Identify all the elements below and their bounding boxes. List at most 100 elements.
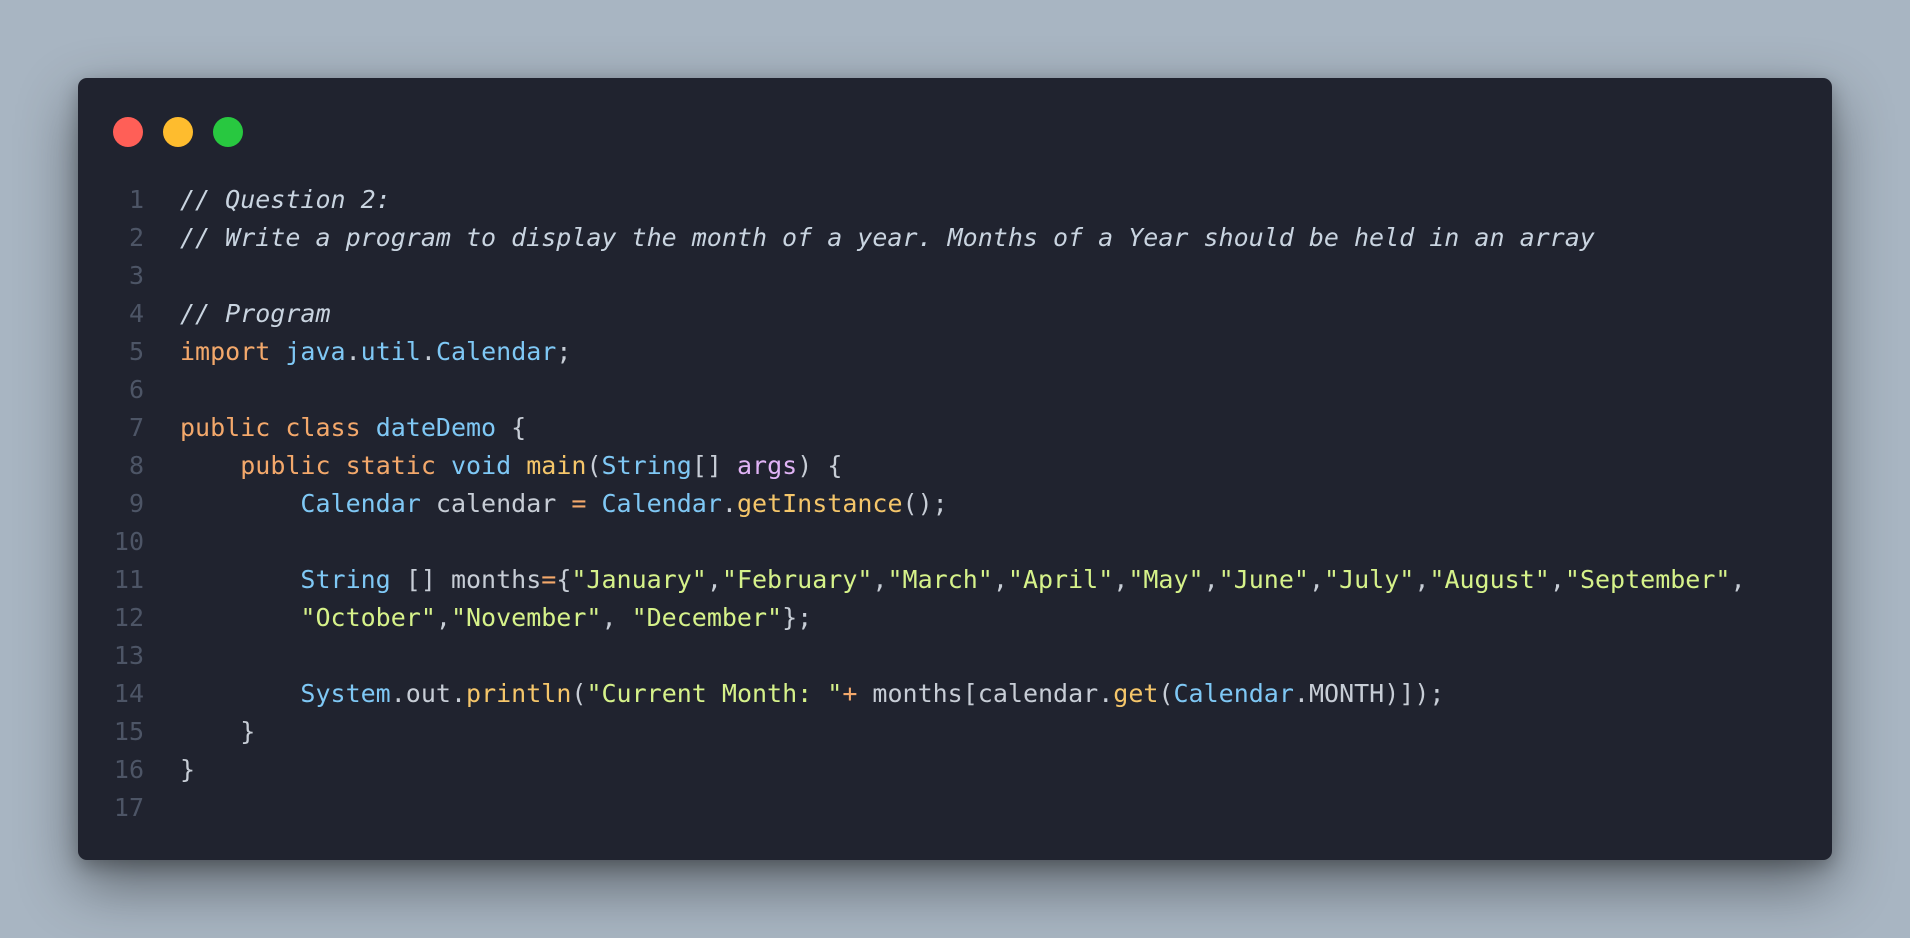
- code-token: ,: [706, 565, 722, 594]
- code-token: .: [420, 337, 436, 366]
- line-source: // Program: [144, 295, 331, 333]
- code-line: 8 public static void main(String[] args)…: [78, 447, 1832, 485]
- code-token: }: [180, 717, 256, 746]
- code-line: 2 // Write a program to display the month…: [78, 219, 1832, 257]
- line-number: 12: [113, 603, 144, 632]
- code-token: ,: [992, 565, 1008, 594]
- code-line: 4 // Program: [78, 295, 1832, 333]
- window-controls: [113, 117, 243, 147]
- line-source: public class dateDemo {: [144, 409, 526, 447]
- code-window: 1 // Question 2: 2 // Write a program to di…: [78, 78, 1832, 860]
- code-token: "July": [1324, 565, 1415, 594]
- code-token: Calendar: [300, 489, 421, 518]
- line-number: 6: [128, 375, 144, 404]
- code-token: .: [1293, 679, 1309, 708]
- code-line: 12 "October","November", "December"};: [78, 599, 1832, 637]
- code-token: ,: [601, 603, 632, 632]
- line-source: [144, 371, 180, 409]
- code-token: args: [737, 451, 798, 480]
- code-token: System: [300, 679, 391, 708]
- code-line: 10: [78, 523, 1832, 561]
- code-token: (: [586, 451, 602, 480]
- code-token: "June": [1218, 565, 1309, 594]
- code-token: class: [285, 413, 361, 442]
- code-token: void: [450, 451, 512, 480]
- code-token: "August": [1429, 565, 1550, 594]
- line-source: [144, 523, 180, 561]
- line-number: 8: [128, 451, 144, 480]
- line-source: Calendar calendar = Calendar.getInstance…: [144, 485, 948, 523]
- code-line: 6: [78, 371, 1832, 409]
- code-token: import: [180, 337, 271, 366]
- minimize-window-button[interactable]: [163, 117, 193, 147]
- code-token: MONTH: [1308, 679, 1385, 708]
- maximize-window-button[interactable]: [213, 117, 243, 147]
- code-token: };: [782, 603, 813, 632]
- code-token: Calendar: [1173, 679, 1294, 708]
- code-token: static: [345, 451, 436, 480]
- line-number: 2: [128, 223, 144, 252]
- code-token: months[calendar: [857, 679, 1099, 708]
- code-token: // Question 2:: [180, 185, 391, 214]
- close-window-button[interactable]: [113, 117, 143, 147]
- code-token: (: [571, 679, 587, 708]
- code-token: main: [526, 451, 587, 480]
- code-token: .: [450, 679, 467, 708]
- code-line: 11 String [] months={"January","February…: [78, 561, 1832, 599]
- line-source: }: [144, 751, 195, 789]
- code-editor: 1 // Question 2: 2 // Write a program to di…: [78, 181, 1832, 827]
- line-number: 4: [128, 299, 144, 328]
- code-token: public: [180, 413, 271, 442]
- line-source: System.out.println("Current Month: "+ mo…: [144, 675, 1444, 713]
- code-token: get: [1113, 679, 1159, 708]
- code-token: dateDemo: [375, 413, 497, 442]
- code-token: .: [721, 489, 737, 518]
- code-token: ,: [1113, 565, 1129, 594]
- code-token: "March": [887, 565, 993, 594]
- code-token: "Current Month: ": [586, 679, 843, 708]
- code-token: =: [571, 489, 587, 518]
- line-source: public static void main(String[] args) {: [144, 447, 842, 485]
- line-source: [144, 637, 180, 675]
- line-number: 14: [113, 679, 144, 708]
- code-token: ,: [1308, 565, 1325, 594]
- code-token: .: [1098, 679, 1114, 708]
- line-number: 10: [113, 527, 144, 556]
- code-token: "May": [1128, 565, 1204, 594]
- line-number: 15: [113, 717, 144, 746]
- code-token: []: [691, 451, 737, 480]
- code-token: ) {: [797, 451, 843, 480]
- code-token: ();: [902, 489, 948, 518]
- code-token: println: [466, 679, 572, 708]
- code-token: public: [240, 451, 331, 480]
- code-token: "September": [1564, 565, 1731, 594]
- line-number: 9: [128, 489, 144, 518]
- code-token: +: [842, 679, 858, 708]
- line-source: [144, 789, 180, 827]
- code-token: util: [360, 337, 421, 366]
- code-line: 15 }: [78, 713, 1832, 751]
- code-line: 16}: [78, 751, 1832, 789]
- code-token: // Write a program to display the month …: [180, 223, 1595, 252]
- code-token: )]);: [1384, 679, 1445, 708]
- line-number: 5: [128, 337, 144, 366]
- code-token: // Program: [180, 299, 331, 328]
- code-line: 3: [78, 257, 1832, 295]
- code-token: "April": [1007, 565, 1114, 594]
- line-number: 1: [128, 185, 144, 214]
- code-line: 1 // Question 2:: [78, 181, 1832, 219]
- code-token: ,: [1414, 565, 1430, 594]
- code-line: 17: [78, 789, 1832, 827]
- code-token: out: [405, 679, 451, 708]
